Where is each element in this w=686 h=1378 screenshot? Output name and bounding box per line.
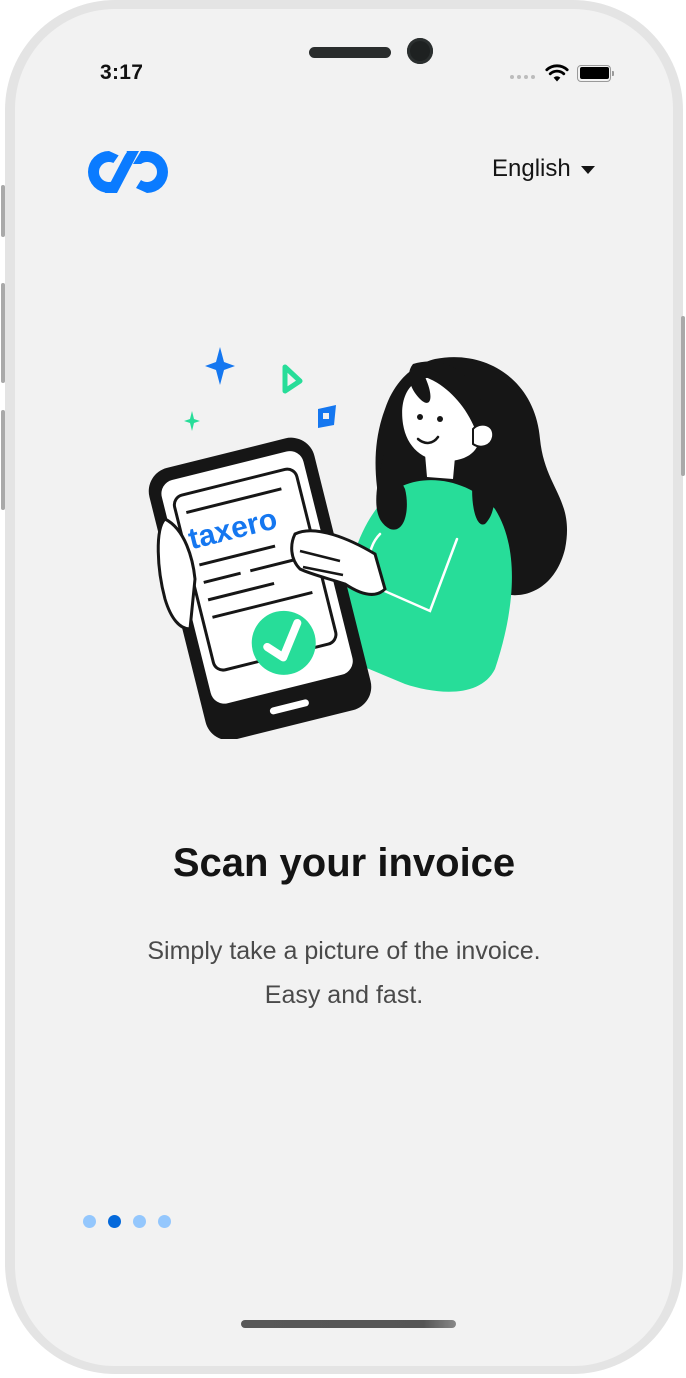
power-button bbox=[681, 316, 685, 476]
sparkle-small-icon bbox=[184, 411, 200, 431]
subtitle-line-2: Easy and fast. bbox=[264, 981, 424, 1009]
square-icon bbox=[318, 405, 336, 428]
page-dot-4[interactable] bbox=[158, 1215, 171, 1228]
silent-switch bbox=[1, 185, 5, 237]
status-icons bbox=[510, 64, 614, 82]
sparkle-icon bbox=[205, 347, 235, 385]
page-indicator bbox=[83, 1215, 171, 1228]
signal-dots-icon bbox=[510, 75, 535, 79]
language-selector[interactable]: English bbox=[492, 155, 595, 183]
play-icon bbox=[282, 364, 303, 394]
onboarding-subtitle: Simply take a picture of the invoice. Ea… bbox=[15, 929, 673, 1017]
speaker-grille bbox=[309, 47, 391, 58]
subtitle-line-1: Simply take a picture of the invoice. bbox=[147, 937, 541, 965]
language-label: English bbox=[492, 155, 571, 182]
home-indicator[interactable] bbox=[241, 1320, 456, 1328]
volume-down-button bbox=[1, 410, 5, 510]
battery-icon bbox=[577, 64, 614, 82]
page-dot-1[interactable] bbox=[83, 1215, 96, 1228]
app-screen: 3:17 English taxero Scan your invoice Si… bbox=[15, 9, 673, 1366]
wifi-icon bbox=[545, 64, 569, 82]
status-time: 3:17 bbox=[100, 61, 144, 84]
phone-frame: 3:17 English taxero Scan your invoice Si… bbox=[1, 0, 685, 1374]
page-dot-3[interactable] bbox=[133, 1215, 146, 1228]
onboarding-illustration: taxero bbox=[148, 347, 568, 739]
page-dot-2-active[interactable] bbox=[108, 1215, 121, 1228]
onboarding-title: Scan your invoice bbox=[172, 841, 516, 885]
volume-up-button bbox=[1, 283, 5, 383]
front-camera bbox=[407, 38, 433, 64]
caret-down-icon bbox=[580, 166, 595, 174]
taxeroo-logo-icon bbox=[88, 151, 168, 193]
